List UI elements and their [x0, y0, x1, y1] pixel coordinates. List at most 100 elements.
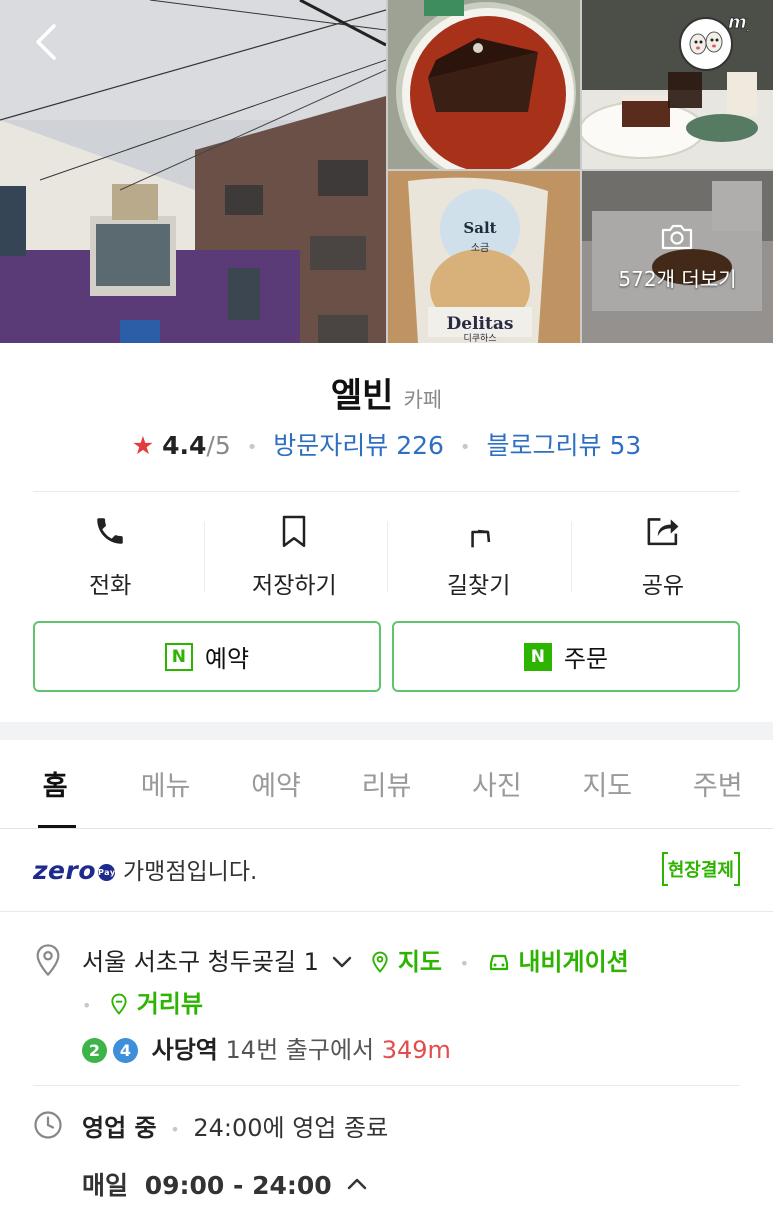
divider	[33, 491, 740, 492]
navigation-link-label: 내비게이션	[518, 948, 629, 976]
bag-brand-text: Delitas	[447, 314, 514, 334]
save-label: 저장하기	[252, 573, 337, 599]
chevron-down-icon[interactable]	[331, 954, 353, 970]
action-bar: 전화 저장하기 길찾기 공유	[18, 510, 755, 600]
divider	[0, 911, 773, 912]
photo-gallery: Salt 소금 Delitas 디쿠하스 572개 더보기 m	[0, 0, 773, 343]
share-icon	[647, 518, 679, 546]
zero-pay-logo-text: zero	[33, 856, 97, 885]
reserve-button[interactable]: N 예약	[33, 621, 381, 692]
street-view-icon	[111, 993, 127, 1015]
tab-reservation[interactable]: 예약	[221, 740, 331, 828]
subway-row: 24 사당역 14번 출구에서 349m	[82, 1030, 451, 1065]
pastry-illustration: Salt 소금 Delitas 디쿠하스	[388, 171, 580, 343]
address-row: 서울 서초구 청두곶길 1 지도 • 내비게이션	[82, 942, 629, 977]
share-button[interactable]: 공유	[571, 510, 755, 600]
zero-pay-badge: Pay	[98, 864, 115, 881]
tab-menu[interactable]: 메뉴	[110, 740, 220, 828]
order-button[interactable]: N 주문	[392, 621, 740, 692]
station-name: 사당역	[151, 1036, 218, 1064]
bag-brand-kr-text: 디쿠하스	[463, 333, 496, 343]
rating-row: ★ 4.4/5 • 방문자리뷰 226 • 블로그리뷰 53	[0, 426, 773, 462]
map-link-label: 지도	[397, 948, 442, 976]
save-button[interactable]: 저장하기	[202, 510, 386, 600]
dot-separator: •	[246, 436, 258, 458]
blog-review-label: 블로그리뷰	[486, 431, 602, 460]
chevron-left-icon	[36, 24, 56, 60]
line-2-badge: 2	[82, 1038, 107, 1063]
my-badge-text: my	[728, 12, 748, 33]
visitor-review-label: 방문자리뷰	[273, 431, 389, 460]
directions-button[interactable]: 길찾기	[387, 510, 571, 600]
clock-icon	[34, 1111, 62, 1139]
street-view-row: • 거리뷰	[82, 984, 203, 1019]
share-label: 공유	[641, 573, 685, 599]
tab-review[interactable]: 리뷰	[331, 740, 441, 828]
onsite-payment-badge: 현장결제	[661, 852, 741, 886]
tab-home[interactable]: 홈	[0, 740, 110, 828]
zero-pay-logo: zero Pay	[33, 856, 115, 885]
directions-icon	[470, 529, 490, 548]
address-text[interactable]: 서울 서초구 청두곶길 1	[82, 948, 319, 976]
zero-pay-text: 가맹점입니다.	[123, 859, 258, 885]
section-spacer	[0, 722, 773, 740]
bag-salt-kr-text: 소금	[471, 242, 489, 254]
tab-nearby[interactable]: 주변	[663, 740, 773, 828]
dot-separator: •	[82, 995, 92, 1015]
visitor-review-count: 226	[396, 431, 444, 460]
pastry-photo[interactable]: Salt 소금 Delitas 디쿠하스	[388, 171, 580, 343]
location-pin-icon	[36, 944, 60, 977]
place-category: 카페	[403, 388, 443, 412]
zero-pay-row: zero Pay 가맹점입니다. 현장결제	[33, 852, 741, 892]
street-view-label: 거리뷰	[136, 990, 203, 1018]
star-icon: ★	[131, 431, 155, 460]
car-icon	[489, 954, 508, 971]
divider	[33, 1085, 740, 1086]
back-button[interactable]	[28, 20, 68, 64]
my-badge[interactable]: my	[676, 8, 760, 72]
station-exit-text: 14번 출구에서	[225, 1036, 375, 1064]
more-photos-label: 572개 더보기	[618, 267, 737, 291]
dot-separator: •	[459, 953, 470, 973]
phone-icon	[97, 518, 123, 544]
rating-value: 4.4	[162, 431, 207, 460]
order-label: 주문	[563, 645, 609, 673]
dot-separator: •	[170, 1119, 180, 1139]
station-distance: 349m	[381, 1036, 451, 1064]
place-name: 엘빈	[330, 376, 394, 416]
cake-illustration	[388, 0, 580, 169]
navigation-link[interactable]: 내비게이션	[487, 948, 629, 976]
business-status: 영업 중	[82, 1114, 157, 1142]
tab-photo[interactable]: 사진	[442, 740, 552, 828]
place-title: 엘빈 카페	[0, 368, 773, 417]
camera-icon	[661, 224, 693, 250]
reserve-label: 예약	[204, 645, 250, 673]
directions-label: 길찾기	[446, 573, 511, 599]
call-label: 전화	[88, 573, 132, 599]
call-button[interactable]: 전화	[18, 510, 202, 600]
my-character-icon: my	[679, 12, 760, 71]
naver-calendar-icon: N	[164, 642, 193, 671]
chevron-up-icon[interactable]	[346, 1176, 368, 1192]
more-photos-button[interactable]: 572개 더보기	[582, 171, 773, 343]
closing-time: 24:00에 영업 종료	[193, 1114, 389, 1142]
bag-salt-text: Salt	[463, 219, 496, 237]
dot-separator: •	[459, 436, 471, 458]
hours-day: 매일	[82, 1171, 129, 1200]
tab-bar: 홈 메뉴 예약 리뷰 사진 지도 주변	[0, 740, 773, 829]
naver-n-icon: N	[523, 642, 552, 671]
cake-photo[interactable]	[388, 0, 580, 169]
map-pin-icon	[372, 951, 388, 973]
street-view-link[interactable]: 거리뷰	[109, 990, 203, 1018]
hours-detail-row[interactable]: 매일 09:00 - 24:00	[82, 1166, 368, 1202]
blog-review-count: 53	[609, 431, 642, 460]
rating-max: /5	[206, 431, 231, 460]
tab-map[interactable]: 지도	[552, 740, 662, 828]
hours-range: 09:00 - 24:00	[144, 1171, 332, 1200]
bookmark-icon	[283, 515, 306, 547]
line-4-badge: 4	[113, 1038, 138, 1063]
visitor-review-link[interactable]: 방문자리뷰 226	[273, 431, 444, 460]
map-link[interactable]: 지도	[370, 948, 449, 976]
hours-row: 영업 중 • 24:00에 영업 종료	[82, 1108, 388, 1143]
blog-review-link[interactable]: 블로그리뷰 53	[486, 431, 641, 460]
